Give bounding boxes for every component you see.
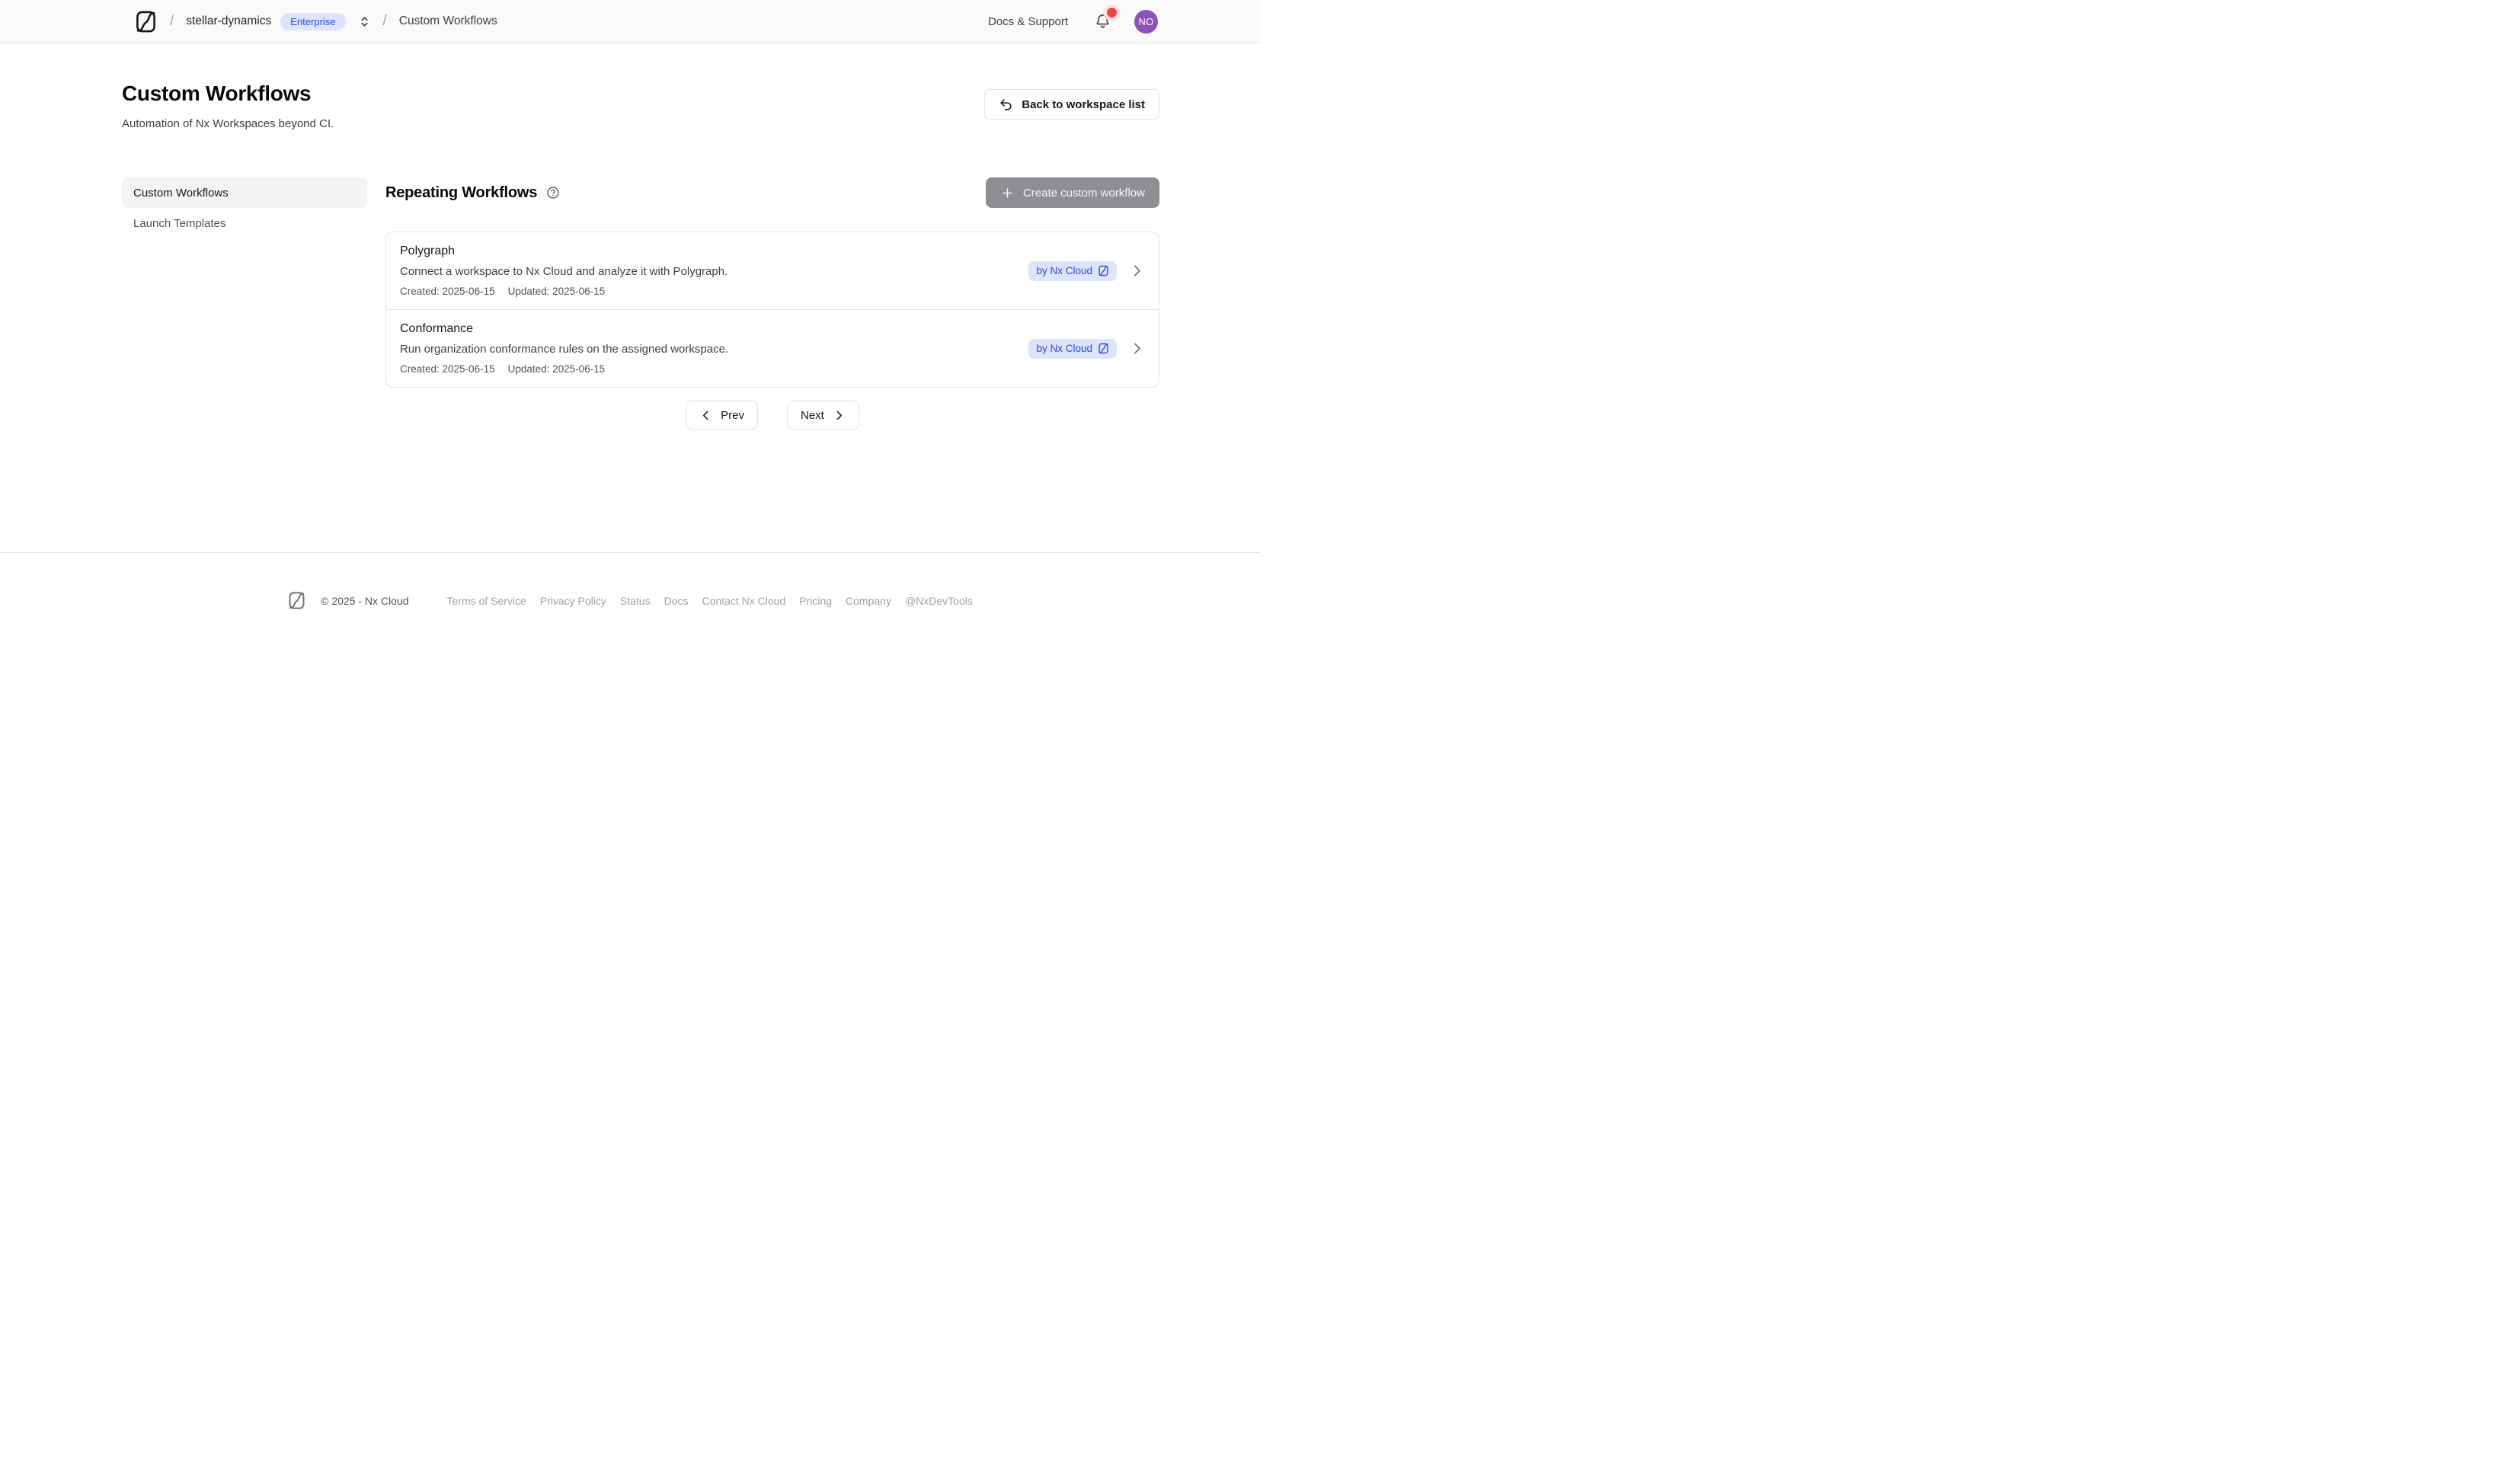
badge-label: by Nx Cloud bbox=[1036, 343, 1092, 354]
footer-link-company[interactable]: Company bbox=[846, 595, 891, 607]
workflow-title: Polygraph bbox=[400, 244, 1016, 258]
workflow-title: Conformance bbox=[400, 322, 1016, 336]
footer-link-terms[interactable]: Terms of Service bbox=[447, 595, 526, 607]
by-nx-cloud-badge[interactable]: by Nx Cloud bbox=[1028, 339, 1117, 359]
nx-logo-icon bbox=[1098, 343, 1109, 354]
page-footer: © 2025 - Nx Cloud Terms of Service Priva… bbox=[0, 552, 1260, 610]
breadcrumb-separator: / bbox=[383, 13, 387, 30]
notification-dot bbox=[1107, 8, 1117, 18]
back-button-label: Back to workspace list bbox=[1022, 98, 1145, 111]
breadcrumb-workspace[interactable]: stellar-dynamics bbox=[186, 14, 271, 28]
docs-support-link[interactable]: Docs & Support bbox=[988, 15, 1068, 28]
create-custom-workflow-button[interactable]: Create custom workflow bbox=[986, 177, 1159, 208]
prev-page-button[interactable]: Prev bbox=[686, 401, 758, 430]
user-avatar[interactable]: NO bbox=[1134, 10, 1158, 34]
next-page-button[interactable]: Next bbox=[787, 401, 859, 430]
copyright-text: © 2025 - Nx Cloud bbox=[321, 595, 408, 607]
workflow-row-conformance[interactable]: Conformance Run organization conformance… bbox=[386, 309, 1159, 387]
settings-sidebar: Custom Workflows Launch Templates bbox=[122, 177, 367, 430]
workflow-row-polygraph[interactable]: Polygraph Connect a workspace to Nx Clou… bbox=[386, 232, 1159, 309]
chevron-right-icon bbox=[1129, 340, 1145, 356]
chevron-left-icon bbox=[699, 409, 712, 422]
chevron-up-down-icon bbox=[358, 15, 371, 28]
chevron-right-icon bbox=[1129, 263, 1145, 279]
panel-title: Repeating Workflows bbox=[385, 184, 537, 202]
main-content: Custom Workflows Automation of Nx Worksp… bbox=[0, 43, 1260, 552]
footer-link-contact[interactable]: Contact Nx Cloud bbox=[702, 595, 786, 607]
workflow-updated: Updated: 2025-06-15 bbox=[508, 286, 606, 297]
plus-icon bbox=[1000, 186, 1015, 200]
footer-link-nxdevtools[interactable]: @NxDevTools bbox=[905, 595, 973, 607]
footer-link-privacy[interactable]: Privacy Policy bbox=[540, 595, 606, 607]
notifications-button[interactable] bbox=[1094, 13, 1111, 30]
help-circle-icon bbox=[546, 186, 560, 200]
by-nx-cloud-badge[interactable]: by Nx Cloud bbox=[1028, 261, 1117, 281]
workflows-list: Polygraph Connect a workspace to Nx Clou… bbox=[385, 232, 1159, 388]
nx-logo-icon[interactable] bbox=[134, 10, 158, 34]
next-label: Next bbox=[801, 409, 824, 422]
return-arrow-icon bbox=[999, 97, 1013, 112]
workspace-switcher-button[interactable] bbox=[358, 15, 371, 28]
create-button-label: Create custom workflow bbox=[1023, 187, 1145, 200]
sidebar-item-launch-templates[interactable]: Launch Templates bbox=[122, 208, 367, 238]
breadcrumb-separator: / bbox=[170, 13, 174, 30]
repeating-workflows-panel: Repeating Workflows bbox=[385, 177, 1159, 430]
enterprise-badge: Enterprise bbox=[280, 13, 345, 30]
back-to-workspace-list-button[interactable]: Back to workspace list bbox=[984, 89, 1159, 120]
top-navbar: / stellar-dynamics Enterprise / Custom W… bbox=[0, 0, 1260, 43]
breadcrumb-page[interactable]: Custom Workflows bbox=[399, 14, 497, 28]
sidebar-item-custom-workflows[interactable]: Custom Workflows bbox=[122, 177, 367, 208]
footer-link-docs[interactable]: Docs bbox=[664, 595, 689, 607]
nx-logo-icon bbox=[1098, 265, 1109, 276]
workflow-created: Created: 2025-06-15 bbox=[400, 363, 495, 375]
footer-link-status[interactable]: Status bbox=[620, 595, 651, 607]
workflow-created: Created: 2025-06-15 bbox=[400, 286, 495, 297]
nx-logo-icon bbox=[287, 591, 306, 610]
workflow-description: Run organization conformance rules on th… bbox=[400, 343, 1016, 356]
prev-label: Prev bbox=[721, 409, 744, 422]
pagination: Prev Next bbox=[385, 401, 1159, 430]
workflow-updated: Updated: 2025-06-15 bbox=[508, 363, 606, 375]
help-button[interactable] bbox=[546, 186, 560, 200]
badge-label: by Nx Cloud bbox=[1036, 265, 1092, 276]
chevron-right-icon bbox=[833, 409, 846, 422]
page-title: Custom Workflows bbox=[122, 81, 334, 106]
workflow-description: Connect a workspace to Nx Cloud and anal… bbox=[400, 265, 1016, 278]
page-subtitle: Automation of Nx Workspaces beyond CI. bbox=[122, 117, 334, 130]
footer-link-pricing[interactable]: Pricing bbox=[799, 595, 832, 607]
